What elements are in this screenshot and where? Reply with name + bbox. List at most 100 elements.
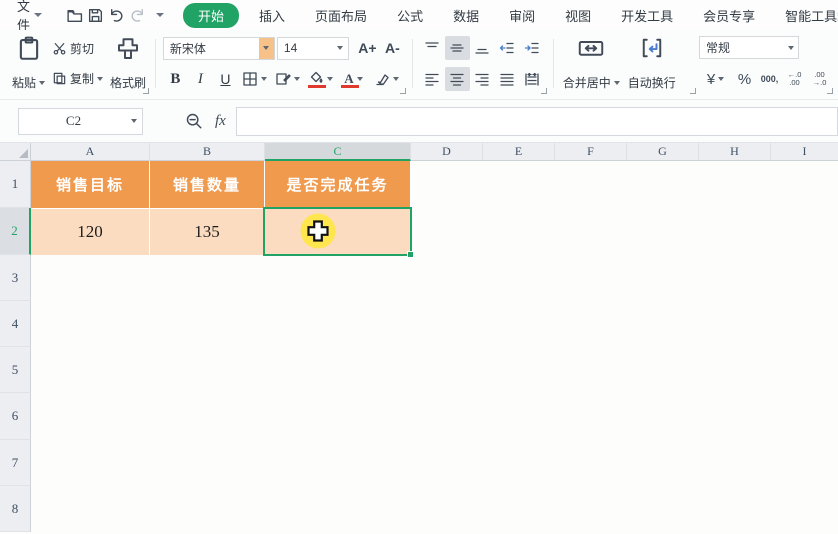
column-header-d[interactable]: D: [411, 143, 483, 161]
borders-button[interactable]: [238, 67, 271, 91]
column-header-a[interactable]: A: [31, 143, 150, 161]
column-header-c[interactable]: C: [265, 143, 411, 161]
customize-toolbar-chevron-icon[interactable]: [156, 13, 164, 17]
draw-border-button[interactable]: [271, 67, 304, 91]
number-group: 常规 ¥ % 000, ←.0.00 .00→.0: [697, 33, 834, 94]
percent-format-button[interactable]: %: [732, 67, 757, 91]
magnifier-icon[interactable]: [185, 112, 203, 130]
row-header-8[interactable]: 8: [0, 486, 31, 532]
cell-c1[interactable]: 是否完成任务: [265, 161, 411, 208]
formula-input[interactable]: [236, 107, 838, 136]
align-left-button[interactable]: [420, 67, 445, 91]
wrap-text-button[interactable]: 自动换行: [624, 33, 680, 94]
format-painter-button[interactable]: 格式刷: [106, 33, 150, 94]
currency-format-button[interactable]: ¥: [699, 67, 732, 91]
merge-center-label: 合并居中: [563, 74, 611, 91]
increase-indent-icon: [524, 40, 540, 56]
clipboard-dialog-launcher[interactable]: [143, 88, 149, 94]
cell-b1[interactable]: 销售数量: [150, 161, 265, 208]
name-box-value: C2: [19, 113, 128, 129]
tab-developer[interactable]: 开发工具: [611, 3, 683, 28]
paste-label: 粘贴: [12, 74, 36, 91]
draw-border-icon: [275, 71, 291, 87]
row-header-2[interactable]: 2: [0, 208, 31, 255]
align-top-button[interactable]: [420, 36, 445, 60]
font-size-dropdown-icon[interactable]: [333, 38, 348, 59]
row-header-6[interactable]: 6: [0, 393, 31, 440]
copy-button[interactable]: 复制: [49, 68, 106, 89]
decrease-font-button[interactable]: A-: [380, 36, 405, 60]
merge-center-button[interactable]: 合并居中: [559, 33, 624, 94]
fill-color-swatch: [308, 85, 326, 88]
row-header-1[interactable]: 1: [0, 161, 31, 208]
insert-function-button[interactable]: fx: [215, 113, 226, 130]
justify-button[interactable]: [495, 67, 520, 91]
select-all-corner[interactable]: [0, 143, 31, 161]
increase-font-button[interactable]: A+: [355, 36, 380, 60]
tab-member[interactable]: 会员专享: [693, 3, 765, 28]
selected-cell-c2[interactable]: [263, 207, 412, 256]
bold-button[interactable]: B: [163, 67, 188, 91]
tab-review[interactable]: 审阅: [499, 3, 545, 28]
paste-button[interactable]: 粘贴: [8, 33, 49, 94]
undo-button[interactable]: [108, 4, 125, 26]
number-format-dropdown-icon[interactable]: [783, 37, 798, 58]
font-name-value: 新宋体: [164, 40, 259, 57]
cut-button[interactable]: 剪切: [49, 38, 106, 59]
merge-dialog-launcher[interactable]: [690, 88, 696, 94]
copy-label: 复制: [70, 70, 94, 87]
column-header-g[interactable]: G: [627, 143, 699, 161]
select-all-triangle-icon: [19, 149, 28, 158]
fill-color-button[interactable]: [304, 67, 337, 91]
tab-insert[interactable]: 插入: [249, 3, 295, 28]
tab-data[interactable]: 数据: [443, 3, 489, 28]
row-header-3[interactable]: 3: [0, 255, 31, 301]
tab-smart-toolbox[interactable]: 智能工具箱: [775, 3, 838, 28]
save-button[interactable]: [87, 4, 104, 26]
alignment-dialog-launcher[interactable]: [541, 88, 547, 94]
row-header-7[interactable]: 7: [0, 440, 31, 486]
paste-dropdown-icon[interactable]: [39, 81, 45, 85]
column-header-i[interactable]: I: [771, 143, 838, 161]
row-header-5[interactable]: 5: [0, 347, 31, 393]
tab-formulas[interactable]: 公式: [387, 3, 433, 28]
tab-page-layout[interactable]: 页面布局: [305, 3, 377, 28]
row-header-4[interactable]: 4: [0, 301, 31, 347]
align-middle-button[interactable]: [445, 36, 470, 60]
cell-a2[interactable]: 120: [31, 208, 150, 255]
decrease-indent-button[interactable]: [495, 36, 520, 60]
number-dialog-launcher[interactable]: [827, 88, 833, 94]
name-box-dropdown-icon[interactable]: [131, 119, 137, 123]
eraser-button[interactable]: [370, 67, 403, 91]
increase-decimal-button[interactable]: ←.0.00: [782, 67, 807, 91]
column-header-b[interactable]: B: [150, 143, 265, 161]
chevron-down-icon[interactable]: [34, 13, 42, 17]
font-name-dropdown-icon[interactable]: [259, 38, 274, 59]
tab-view[interactable]: 视图: [555, 3, 601, 28]
file-menu[interactable]: 文件: [17, 0, 30, 34]
copy-dropdown-icon[interactable]: [97, 77, 103, 81]
italic-button[interactable]: I: [188, 67, 213, 91]
align-bottom-button[interactable]: [470, 36, 495, 60]
redo-button[interactable]: [129, 4, 146, 26]
cell-a1[interactable]: 销售目标: [31, 161, 150, 208]
column-header-e[interactable]: E: [483, 143, 555, 161]
column-header-h[interactable]: H: [699, 143, 771, 161]
name-box[interactable]: C2: [18, 108, 143, 135]
fill-handle[interactable]: [407, 251, 414, 258]
cell-b2[interactable]: 135: [150, 208, 265, 255]
font-dialog-launcher[interactable]: [400, 88, 406, 94]
merge-dropdown-icon[interactable]: [614, 81, 620, 85]
font-color-button[interactable]: A: [337, 67, 370, 91]
tab-home[interactable]: 开始: [183, 3, 239, 28]
increase-indent-button[interactable]: [520, 36, 545, 60]
align-right-button[interactable]: [470, 67, 495, 91]
number-format-select[interactable]: 常规: [699, 36, 799, 59]
column-header-f[interactable]: F: [555, 143, 627, 161]
align-center-button[interactable]: [445, 67, 470, 91]
font-name-select[interactable]: 新宋体: [163, 37, 275, 60]
font-size-select[interactable]: 14: [277, 37, 349, 60]
thousands-format-button[interactable]: 000,: [757, 67, 782, 91]
underline-button[interactable]: U: [213, 67, 238, 91]
open-file-button[interactable]: [66, 4, 83, 26]
